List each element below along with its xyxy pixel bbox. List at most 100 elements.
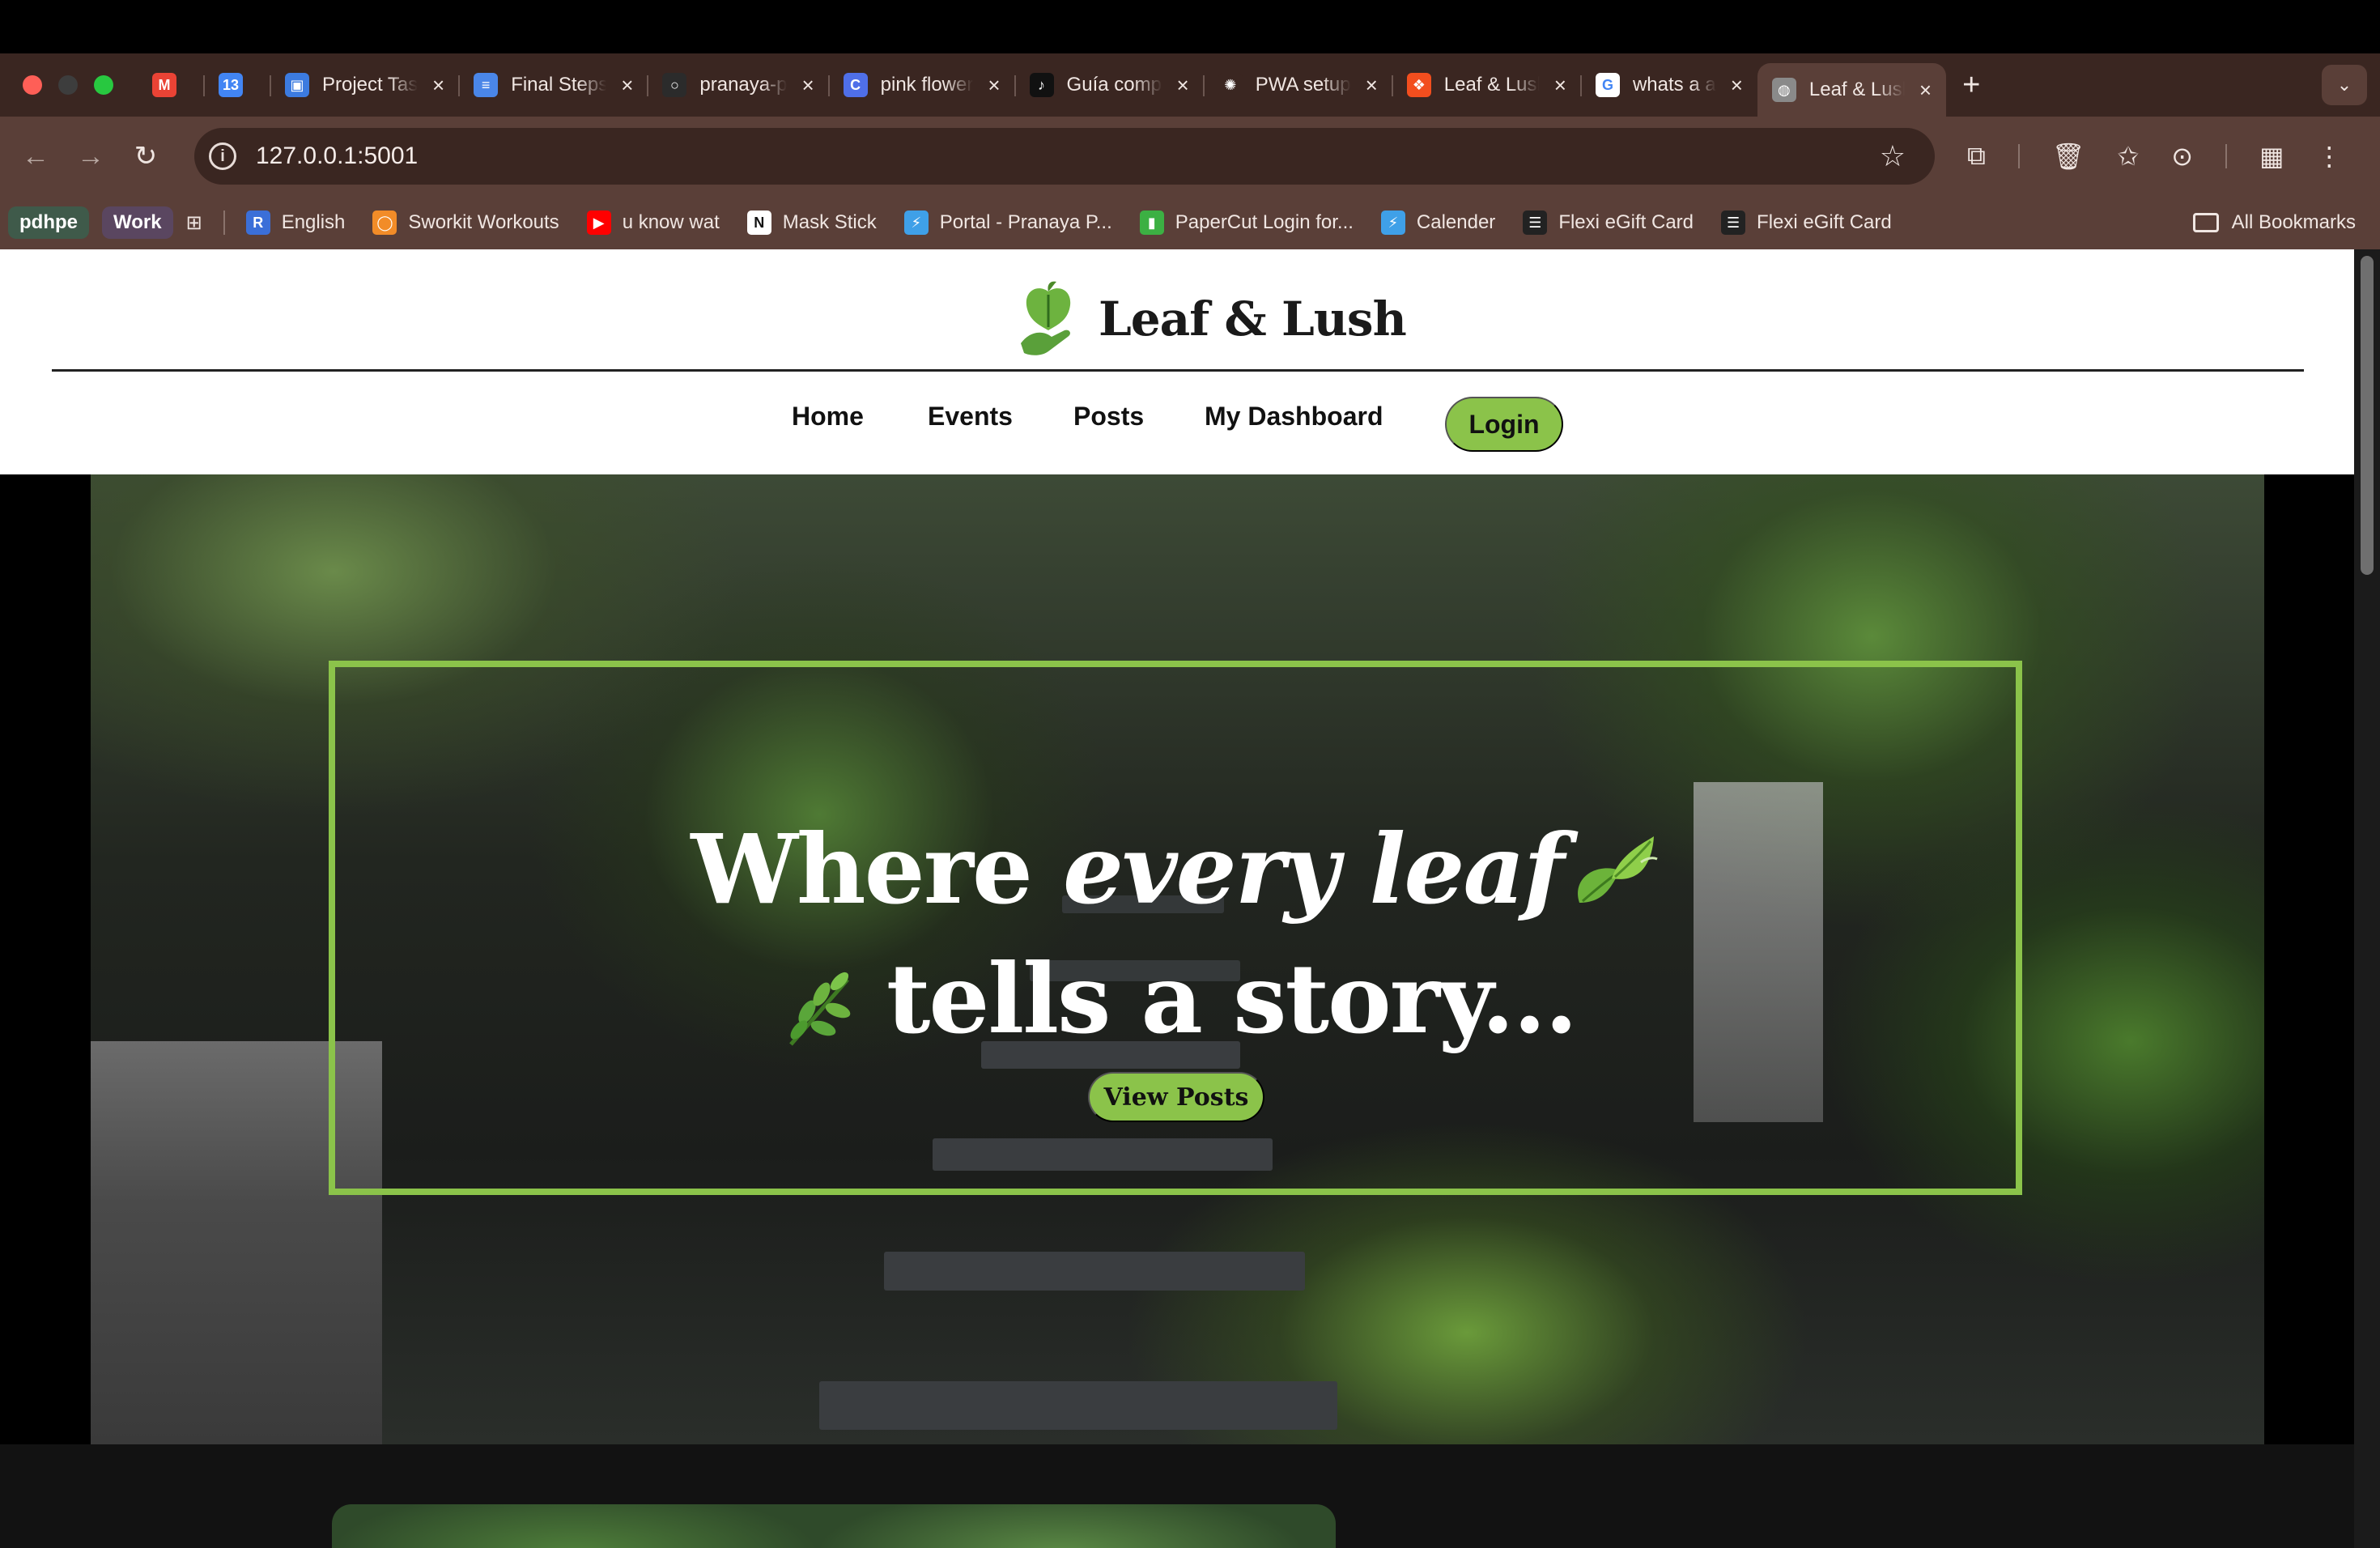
tab-close-icon[interactable]: × — [801, 73, 814, 98]
youtube-icon: ▶ — [586, 211, 611, 235]
nav-events-link[interactable]: Events — [928, 402, 1013, 432]
tab-label: Leaf & Lush — [1443, 74, 1540, 96]
hero-heading-emphasis: every leaf — [1063, 813, 1565, 925]
browser-tab[interactable]: 13 — [204, 61, 271, 109]
tab-close-icon[interactable]: × — [432, 73, 444, 98]
back-button[interactable]: ← — [8, 141, 63, 172]
r-app-icon: R — [245, 211, 270, 235]
browser-tab-bar: M 13 ▣ Project Tasks × ≡ Final Steps × ○ pranaya-… — [0, 53, 2380, 117]
kebab-menu-icon[interactable]: ⋮ — [2316, 141, 2342, 172]
hero-heading-line2: tells a story... — [335, 942, 2016, 1055]
browser-tab[interactable]: ≡ Final Steps × — [459, 61, 649, 109]
bookmark-folder-work[interactable]: Work — [102, 206, 173, 239]
screenshot-icon[interactable]: ⊙ — [2171, 141, 2193, 172]
google-calendar-icon: 13 — [219, 73, 243, 97]
list-icon: ☰ — [1523, 211, 1548, 235]
post-card-image[interactable] — [332, 1504, 1336, 1548]
bookmark-item[interactable]: ⚡ Calender — [1380, 211, 1496, 235]
browser-tab[interactable]: ❖ Leaf & Lush × — [1392, 61, 1583, 109]
tab-strip: M 13 ▣ Project Tasks × ≡ Final Steps × ○ pranaya-… — [138, 53, 1947, 117]
scrollbar-thumb[interactable] — [2361, 256, 2374, 575]
browser-tab[interactable]: Cpink flower × — [829, 61, 1016, 109]
bookmark-label: u know wat — [622, 211, 720, 233]
tab-close-icon[interactable]: × — [1731, 73, 1743, 98]
nav-dashboard-link[interactable]: My Dashboard — [1205, 402, 1383, 432]
bookmark-label: Flexi eGift Card — [1558, 211, 1694, 233]
brand[interactable]: Leaf & Lush — [1016, 279, 1407, 359]
profile-avatar-icon[interactable]: ▦ — [2259, 141, 2284, 172]
bookmark-item[interactable]: ⚡ Portal - Pranaya P... — [903, 211, 1112, 235]
bookmark-item[interactable]: ☰ Flexi eGift Card — [1721, 211, 1892, 235]
browser-tab[interactable]: ♪ Guía completa × — [1015, 61, 1205, 109]
address-bar[interactable]: i 127.0.0.1:5001 ☆ — [194, 128, 1935, 185]
nav-posts-link[interactable]: Posts — [1073, 402, 1144, 432]
globe-icon: ◍ — [1771, 78, 1796, 102]
trash-icon[interactable]: 🗑 — [2052, 141, 2085, 172]
bookmark-label: Portal - Pranaya P... — [939, 211, 1112, 233]
maximize-window-button[interactable] — [94, 75, 113, 95]
tab-search-button[interactable]: ⌄ — [2322, 65, 2367, 105]
toolbar-divider — [2017, 144, 2020, 168]
forward-button[interactable]: → — [63, 141, 118, 172]
bookmark-item[interactable]: R English — [245, 211, 346, 235]
page-scrollbar[interactable] — [2354, 249, 2380, 1548]
bookmark-label: Mask Stick — [782, 211, 877, 233]
browser-tab[interactable]: Gwhats a a × — [1581, 61, 1757, 109]
tab-label: Guía completa — [1066, 74, 1162, 96]
site-info-icon[interactable]: i — [209, 142, 236, 170]
bookmark-label: English — [281, 211, 346, 233]
browser-tab[interactable]: ✺ PWA setup × — [1204, 61, 1393, 109]
view-posts-button[interactable]: View Posts — [1088, 1072, 1264, 1122]
close-window-button[interactable] — [23, 75, 42, 95]
github-icon: ○ — [662, 73, 687, 97]
browser-tab[interactable]: ◍ Leaf & Lush × — [1757, 63, 1947, 117]
bookmark-item[interactable]: ▶ u know wat — [586, 211, 720, 235]
papercut-icon: ▮ — [1139, 211, 1164, 235]
bookmark-label: Sworkit Workouts — [408, 211, 559, 233]
tab-close-icon[interactable]: × — [1919, 78, 1932, 103]
bookmark-label: Calender — [1416, 211, 1496, 233]
all-bookmarks-button[interactable]: All Bookmarks — [2192, 196, 2356, 249]
bookmark-folder-pdhpe[interactable]: pdhpe — [8, 206, 89, 239]
url-text[interactable]: 127.0.0.1:5001 — [256, 142, 418, 170]
browser-tab[interactable]: M — [138, 61, 205, 109]
site-header: Leaf & Lush Home Events Posts My Dashboa… — [0, 249, 2354, 474]
minimize-window-button[interactable] — [58, 75, 78, 95]
bookmark-item[interactable]: ☰ Flexi eGift Card — [1523, 211, 1694, 235]
leaf-fluttering-icon — [1577, 836, 1658, 903]
reading-list-icon[interactable]: ✩ — [2117, 141, 2139, 172]
apps-grid-icon[interactable]: ⊞ — [186, 211, 202, 235]
bookmark-label: PaperCut Login for... — [1175, 211, 1354, 233]
google-icon: G — [1595, 73, 1620, 97]
tab-label: Project Tasks — [322, 74, 418, 96]
hero-text-frame: Where every leaf tells a story... View P… — [329, 661, 2022, 1195]
brand-name: Leaf & Lush — [1099, 291, 1407, 347]
tab-close-icon[interactable]: × — [988, 73, 1000, 98]
bookmark-star-icon[interactable]: ☆ — [1880, 139, 1906, 173]
tab-label: pranaya-p — [699, 74, 788, 96]
new-tab-button[interactable]: + — [1962, 68, 1980, 103]
extensions-icon[interactable]: ⧉ — [1967, 141, 1986, 172]
herb-icon — [788, 972, 851, 1046]
tab-close-icon[interactable]: × — [1366, 73, 1378, 98]
school-portal-icon: ⚡ — [903, 211, 929, 235]
chevron-down-icon: ⌄ — [2336, 74, 2352, 95]
tiktok-icon: ♪ — [1029, 73, 1054, 97]
bookmark-item[interactable]: ◯ Sworkit Workouts — [372, 211, 559, 235]
bookmark-item[interactable]: N Mask Stick — [746, 211, 877, 235]
nav-home-link[interactable]: Home — [792, 402, 864, 432]
browser-tab[interactable]: ○ pranaya-p × — [648, 61, 830, 109]
all-bookmarks-label: All Bookmarks — [2231, 211, 2356, 233]
login-button[interactable]: Login — [1445, 397, 1563, 452]
leaf-hand-logo-icon — [1021, 281, 1071, 355]
notion-icon: N — [746, 211, 771, 235]
tab-close-icon[interactable]: × — [1177, 73, 1189, 98]
browser-tab[interactable]: ▣ Project Tasks × — [270, 61, 461, 109]
gmail-icon: M — [152, 73, 176, 97]
bookmark-item[interactable]: ▮ PaperCut Login for... — [1139, 211, 1354, 235]
tab-label: pink flower — [880, 74, 974, 96]
tab-close-icon[interactable]: × — [621, 73, 633, 98]
reload-button[interactable]: ↻ — [118, 140, 173, 172]
list-icon: ☰ — [1721, 211, 1746, 235]
tab-close-icon[interactable]: × — [1554, 73, 1566, 98]
